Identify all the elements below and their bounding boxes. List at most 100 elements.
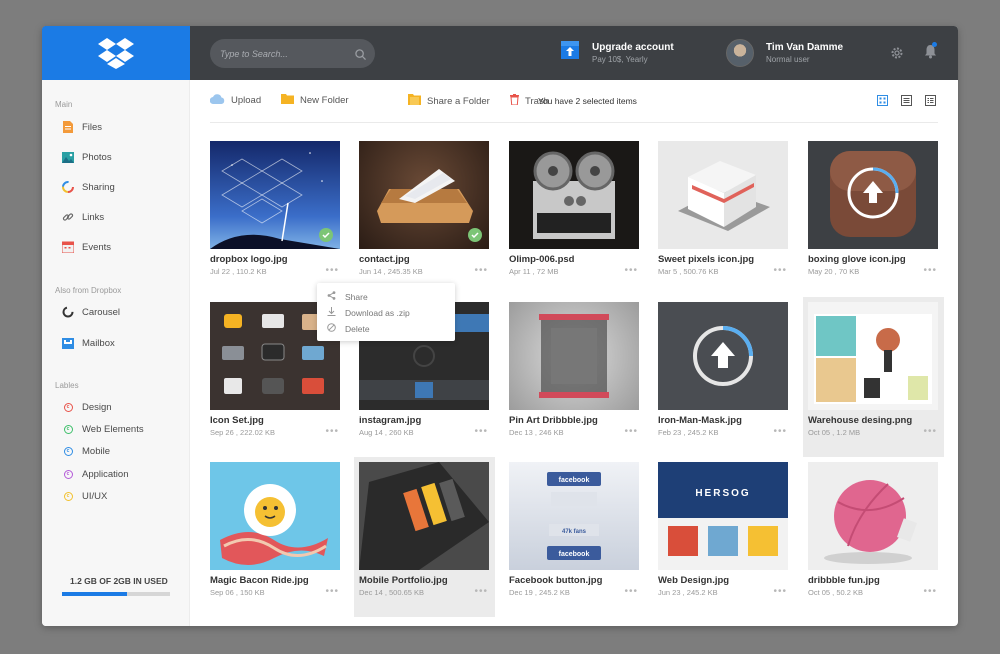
sidebar-item-label: Files bbox=[82, 121, 103, 133]
user-profile[interactable]: Tim Van Damme Normal user bbox=[726, 39, 843, 67]
label-dot-icon: c bbox=[63, 424, 73, 434]
upgrade-account[interactable]: Upgrade account Pay 10$, Yearly bbox=[560, 40, 674, 65]
label-dot-icon: c bbox=[63, 446, 73, 456]
fb-label-bottom: facebook bbox=[559, 551, 590, 558]
sidebar-item-photos[interactable]: Photos bbox=[62, 151, 112, 163]
menu-item-share[interactable]: Share bbox=[327, 291, 368, 302]
file-card-contact[interactable]: contact.jpg Jun 14 , 245.35 KB ••• bbox=[354, 136, 495, 296]
search-icon[interactable] bbox=[355, 47, 366, 65]
label-text: Application bbox=[82, 468, 129, 480]
grid-view-icon[interactable] bbox=[876, 94, 889, 107]
file-name: Pin Art Dribbble.jpg bbox=[509, 415, 598, 426]
sidebar-item-links[interactable]: Links bbox=[62, 211, 104, 223]
file-thumbnail bbox=[808, 141, 938, 249]
fb-fans: 47k fans bbox=[562, 529, 587, 535]
more-options-icon[interactable]: ••• bbox=[474, 426, 488, 437]
file-card-boxing-glove[interactable]: boxing glove icon.jpg May 20 , 70 KB ••• bbox=[803, 136, 944, 296]
menu-item-delete[interactable]: Delete bbox=[327, 323, 370, 334]
view-switcher bbox=[876, 94, 937, 107]
context-menu: Share Download as .zip Delete bbox=[317, 283, 455, 341]
file-card-pin-art[interactable]: Pin Art Dribbble.jpg Dec 13 , 246 KB ••• bbox=[504, 297, 645, 457]
toolbar: Upload New Folder Share a Folder Trash Y… bbox=[190, 80, 958, 122]
links-icon bbox=[62, 211, 74, 223]
more-options-icon[interactable]: ••• bbox=[624, 265, 638, 276]
menu-item-download[interactable]: Download as .zip bbox=[327, 307, 410, 318]
selected-check-icon[interactable] bbox=[468, 228, 482, 242]
label-mobile[interactable]: c Mobile bbox=[62, 445, 110, 457]
more-options-icon[interactable]: ••• bbox=[773, 586, 787, 597]
file-name: Facebook button.jpg bbox=[509, 575, 603, 586]
file-meta: Dec 19 , 245.2 KB bbox=[509, 588, 570, 597]
list-view-icon[interactable] bbox=[900, 94, 913, 107]
file-card-mobile-portfolio[interactable]: Mobile Portfolio.jpg Dec 14 , 500.65 KB … bbox=[354, 457, 495, 617]
sidebar-item-carousel[interactable]: Carousel bbox=[62, 306, 120, 318]
more-options-icon[interactable]: ••• bbox=[474, 586, 488, 597]
more-options-icon[interactable]: ••• bbox=[923, 426, 937, 437]
label-application[interactable]: c Application bbox=[62, 468, 128, 480]
more-options-icon[interactable]: ••• bbox=[923, 265, 937, 276]
fb-label-top: facebook bbox=[559, 477, 590, 484]
file-card-warehouse[interactable]: Warehouse desing.png Oct 05 , 1.2 MB ••• bbox=[803, 297, 944, 457]
sidebar-item-files[interactable]: Files bbox=[62, 121, 102, 133]
sidebar-section-also: Also from Dropbox bbox=[55, 286, 122, 295]
more-options-icon[interactable]: ••• bbox=[923, 586, 937, 597]
share-folder-button[interactable]: Share a Folder bbox=[408, 94, 490, 108]
file-name: Mobile Portfolio.jpg bbox=[359, 575, 448, 586]
sidebar-item-label: Events bbox=[82, 241, 112, 253]
more-options-icon[interactable]: ••• bbox=[624, 586, 638, 597]
upload-button[interactable]: Upload bbox=[209, 94, 261, 107]
more-options-icon[interactable]: ••• bbox=[325, 426, 339, 437]
file-thumbnail bbox=[509, 141, 639, 249]
label-text: Web Elements bbox=[82, 423, 144, 435]
sidebar-item-events[interactable]: Events bbox=[62, 241, 111, 253]
file-name: Warehouse desing.png bbox=[808, 415, 913, 426]
file-card-iron-man[interactable]: Iron-Man-Mask.jpg Feb 23 , 245.2 KB ••• bbox=[653, 297, 794, 457]
file-card-web-design[interactable]: HERSOG Web Design.jpg Jun 23 , 245.2 KB … bbox=[653, 457, 794, 617]
file-card-magic-bacon[interactable]: Magic Bacon Ride.jpg Sep 06 , 150 KB ••• bbox=[205, 457, 346, 617]
notification-dot bbox=[932, 42, 937, 47]
label-ui-ux[interactable]: c UI/UX bbox=[62, 490, 107, 502]
storage-progress-fill bbox=[62, 592, 127, 596]
app-window: Upgrade account Pay 10$, Yearly Tim Van … bbox=[42, 26, 958, 626]
file-card-dropbox-logo[interactable]: dropbox logo.jpg Jul 22 , 110.2 KB ••• bbox=[205, 136, 346, 296]
file-meta: Feb 23 , 245.2 KB bbox=[658, 428, 719, 437]
avatar[interactable] bbox=[726, 39, 754, 67]
file-card-sweet-pixels[interactable]: Sweet pixels icon.jpg Mar 5 , 500.76 KB … bbox=[653, 136, 794, 296]
label-web-elements[interactable]: c Web Elements bbox=[62, 423, 144, 435]
file-card-dribbble-fun[interactable]: dribbble fun.jpg Oct 05 , 50.2 KB ••• bbox=[803, 457, 944, 617]
sidebar-section-main: Main bbox=[55, 100, 73, 109]
sidebar-item-sharing[interactable]: Sharing bbox=[62, 181, 115, 193]
file-card-olimp[interactable]: Olimp-006.psd Apr 11 , 72 MB ••• bbox=[504, 136, 645, 296]
more-options-icon[interactable]: ••• bbox=[325, 586, 339, 597]
more-options-icon[interactable]: ••• bbox=[325, 265, 339, 276]
file-name: Icon Set.jpg bbox=[210, 415, 264, 426]
sidebar-item-label: Links bbox=[82, 211, 105, 223]
new-folder-button[interactable]: New Folder bbox=[281, 94, 349, 107]
menu-item-label: Delete bbox=[345, 323, 370, 334]
search-input[interactable] bbox=[220, 39, 350, 68]
more-options-icon[interactable]: ••• bbox=[773, 265, 787, 276]
more-options-icon[interactable]: ••• bbox=[773, 426, 787, 437]
file-meta: Jun 23 , 245.2 KB bbox=[658, 588, 718, 597]
file-thumbnail bbox=[359, 141, 489, 249]
file-name: Web Design.jpg bbox=[658, 575, 730, 586]
file-thumbnail: HERSOG bbox=[658, 462, 788, 570]
file-thumbnail bbox=[808, 462, 938, 570]
detail-view-icon[interactable] bbox=[924, 94, 937, 107]
file-card-facebook-button[interactable]: facebook 47k fans facebook Facebook butt… bbox=[504, 457, 645, 617]
dropbox-logo[interactable] bbox=[42, 26, 190, 80]
file-meta: Dec 13 , 246 KB bbox=[509, 428, 564, 437]
label-design[interactable]: c Design bbox=[62, 401, 112, 413]
sidebar: Main Files Photos Sharing Links Events A… bbox=[42, 80, 190, 626]
gear-icon[interactable] bbox=[890, 46, 904, 65]
bell-icon[interactable] bbox=[924, 42, 937, 64]
file-meta: Sep 06 , 150 KB bbox=[210, 588, 265, 597]
more-options-icon[interactable]: ••• bbox=[624, 426, 638, 437]
sidebar-item-mailbox[interactable]: Mailbox bbox=[62, 337, 115, 349]
more-options-icon[interactable]: ••• bbox=[474, 265, 488, 276]
files-icon bbox=[62, 121, 74, 133]
photos-icon bbox=[62, 151, 74, 163]
selected-check-icon[interactable] bbox=[319, 228, 333, 242]
file-thumbnail: facebook 47k fans facebook bbox=[509, 462, 639, 570]
search-box[interactable] bbox=[210, 39, 375, 68]
